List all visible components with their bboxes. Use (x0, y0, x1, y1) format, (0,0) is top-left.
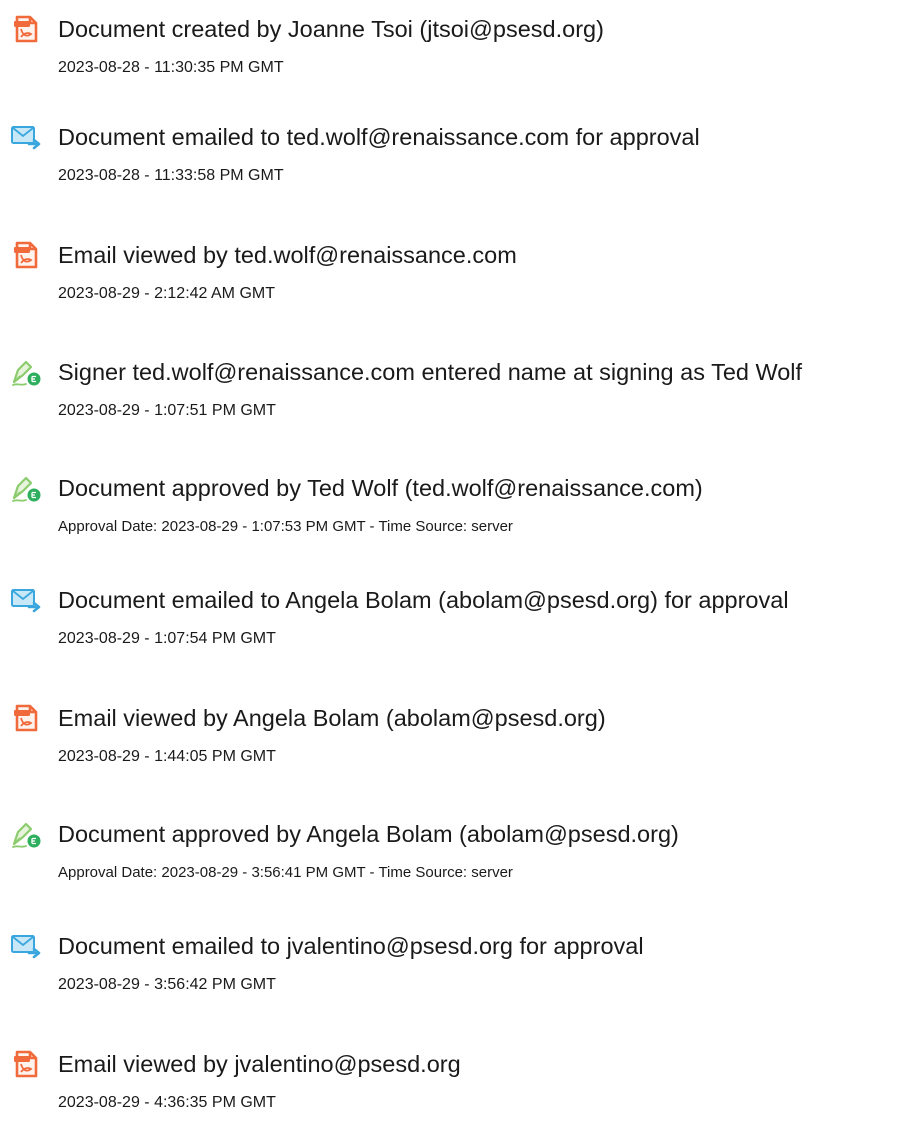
event-title: Document emailed to Angela Bolam (abolam… (58, 587, 789, 613)
email-sent-icon (11, 126, 41, 150)
audit-event: Document created by Joanne Tsoi (jtsoi@p… (0, 13, 908, 103)
event-approval-detail: Approval Date: 2023-08-29 - 3:56:41 PM G… (58, 864, 513, 881)
event-title: Signer ted.wolf@renaissance.com entered … (58, 359, 803, 385)
event-timestamp: 2023-08-29 - 3:56:42 PM GMT (58, 976, 276, 993)
event-timestamp: 2023-08-29 - 1:07:51 PM GMT (58, 402, 276, 419)
event-timestamp: 2023-08-28 - 11:33:58 PM GMT (58, 167, 284, 184)
event-timestamp: 2023-08-29 - 4:36:35 PM GMT (58, 1094, 276, 1111)
audit-event: Document approved by Ted Wolf (ted.wolf@… (0, 472, 908, 562)
document-viewed-icon (14, 1050, 38, 1078)
event-title: Document emailed to ted.wolf@renaissance… (58, 124, 700, 150)
document-viewed-icon (14, 704, 38, 732)
event-title: Email viewed by Angela Bolam (abolam@pse… (58, 705, 606, 731)
event-title: Email viewed by ted.wolf@renaissance.com (58, 242, 517, 268)
audit-event: Email viewed by Angela Bolam (abolam@pse… (0, 702, 908, 792)
event-timestamp: 2023-08-29 - 1:44:05 PM GMT (58, 748, 276, 765)
document-viewed-icon (14, 241, 38, 269)
audit-event: Email viewed by ted.wolf@renaissance.com… (0, 239, 908, 329)
event-title: Document approved by Ted Wolf (ted.wolf@… (58, 475, 703, 501)
signature-pen-icon (12, 476, 41, 502)
audit-event: Document emailed to Angela Bolam (abolam… (0, 584, 908, 674)
event-title: Document approved by Angela Bolam (abola… (58, 821, 679, 847)
event-timestamp: 2023-08-28 - 11:30:35 PM GMT (58, 59, 284, 76)
event-title: Document emailed to jvalentino@psesd.org… (58, 933, 644, 959)
audit-event: Signer ted.wolf@renaissance.com entered … (0, 356, 908, 446)
signature-pen-icon (12, 360, 41, 386)
document-created-icon (14, 15, 38, 43)
audit-event: Document approved by Angela Bolam (abola… (0, 818, 908, 908)
audit-event: Email viewed by jvalentino@psesd.org 202… (0, 1048, 908, 1138)
event-timestamp: 2023-08-29 - 1:07:54 PM GMT (58, 630, 276, 647)
email-sent-icon (11, 935, 41, 959)
event-approval-detail: Approval Date: 2023-08-29 - 1:07:53 PM G… (58, 518, 513, 535)
signature-pen-icon (12, 822, 41, 848)
email-sent-icon (11, 589, 41, 613)
event-title: Email viewed by jvalentino@psesd.org (58, 1051, 461, 1077)
audit-event: Document emailed to jvalentino@psesd.org… (0, 930, 908, 1020)
event-title: Document created by Joanne Tsoi (jtsoi@p… (58, 16, 604, 42)
audit-event: Document emailed to ted.wolf@renaissance… (0, 121, 908, 211)
event-timestamp: 2023-08-29 - 2:12:42 AM GMT (58, 285, 275, 302)
